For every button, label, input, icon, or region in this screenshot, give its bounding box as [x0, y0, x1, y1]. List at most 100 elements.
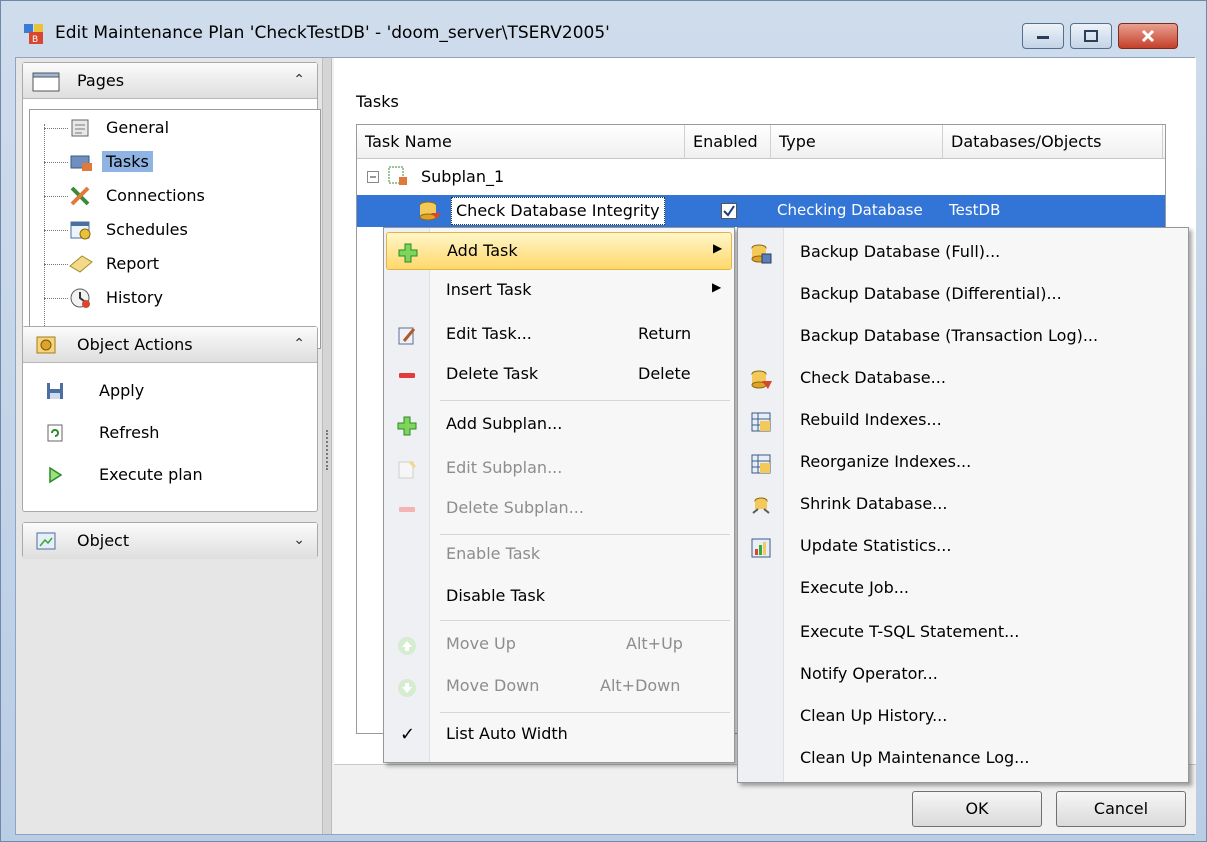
- submenu-item-label: Shrink Database...: [800, 494, 948, 513]
- menu-item-move-down[interactable]: Move Down Alt+Down: [386, 668, 732, 706]
- report-icon: [69, 255, 93, 273]
- menu-item-label: Disable Task: [446, 586, 545, 605]
- menu-item-label: Delete Subplan...: [446, 498, 584, 517]
- column-header-databases[interactable]: Databases/Objects: [943, 125, 1163, 159]
- submenu-item-update-statistics[interactable]: Update Statistics...: [740, 528, 1186, 566]
- add-green-icon: [398, 243, 418, 263]
- menu-item-edit-subplan[interactable]: Edit Subplan...: [386, 450, 732, 488]
- tree-collapse-icon[interactable]: [367, 171, 379, 183]
- object-icon: [36, 532, 56, 550]
- execute-plan-action[interactable]: Execute plan: [23, 457, 317, 499]
- subplan-icon: [388, 166, 407, 185]
- menu-item-label: Add Subplan...: [446, 414, 563, 433]
- delete-minus-icon: [399, 373, 415, 378]
- ok-button[interactable]: OK: [912, 791, 1042, 827]
- menu-item-label: List Auto Width: [446, 724, 568, 743]
- menu-item-list-auto-width[interactable]: ✓ List Auto Width: [386, 716, 732, 754]
- minimize-button[interactable]: [1022, 23, 1064, 49]
- submenu-item-label: Backup Database (Full)...: [800, 242, 1001, 261]
- move-up-icon: [398, 637, 416, 655]
- submenu-item-check-database[interactable]: Check Database...: [740, 360, 1186, 398]
- menu-item-add-task[interactable]: Add Task ▶: [386, 232, 732, 270]
- page-item-label: Schedules: [106, 220, 188, 239]
- tasks-section-label: Tasks: [356, 92, 399, 111]
- menu-item-label: Add Task: [447, 241, 518, 260]
- save-icon: [47, 383, 63, 399]
- pages-tree: General Tasks Connections Schedules Repo…: [29, 109, 321, 349]
- page-item-tasks[interactable]: Tasks: [30, 146, 320, 178]
- submenu-item-backup-transaction-log[interactable]: Backup Database (Transaction Log)...: [740, 318, 1186, 356]
- column-header-enabled[interactable]: Enabled: [685, 125, 771, 159]
- menu-item-enable-task[interactable]: Enable Task: [386, 536, 732, 574]
- refresh-action[interactable]: Refresh: [23, 415, 317, 457]
- submenu-arrow-icon: ▶: [713, 241, 723, 255]
- menu-item-insert-task[interactable]: Insert Task ▶: [386, 272, 732, 310]
- submenu-item-clean-up-history[interactable]: Clean Up History...: [740, 698, 1186, 736]
- menu-item-label: Insert Task: [446, 280, 532, 299]
- submenu-item-label: Check Database...: [800, 368, 946, 387]
- submenu-item-rebuild-indexes[interactable]: Rebuild Indexes...: [740, 402, 1186, 440]
- check-mark-icon: ✓: [400, 724, 416, 745]
- cancel-button[interactable]: Cancel: [1056, 791, 1186, 827]
- collapse-chevron-icon[interactable]: ⌃: [293, 336, 305, 352]
- subplan-name: Subplan_1: [421, 167, 505, 186]
- close-button[interactable]: [1118, 23, 1178, 49]
- menu-item-move-up[interactable]: Move Up Alt+Up: [386, 626, 732, 664]
- expand-chevron-icon[interactable]: ⌄: [293, 532, 305, 548]
- menu-item-label: Edit Subplan...: [446, 458, 563, 477]
- submenu-item-label: Notify Operator...: [800, 664, 938, 683]
- submenu-item-clean-up-maintenance-log[interactable]: Clean Up Maintenance Log...: [740, 740, 1186, 778]
- submenu-item-shrink-database[interactable]: Shrink Database...: [740, 486, 1186, 524]
- enabled-checkbox[interactable]: [721, 203, 737, 219]
- submenu-item-execute-tsql[interactable]: Execute T-SQL Statement...: [740, 614, 1186, 652]
- page-item-schedules[interactable]: Schedules: [30, 214, 320, 246]
- table-row[interactable]: Subplan_1: [357, 161, 1165, 193]
- submenu-item-backup-full[interactable]: Backup Database (Full)...: [740, 234, 1186, 272]
- menu-item-label: Enable Task: [446, 544, 541, 563]
- task-type-cell: Checking Database: [777, 201, 923, 219]
- collapse-chevron-icon[interactable]: ⌃: [293, 72, 305, 88]
- menu-item-shortcut: Delete: [638, 364, 691, 383]
- maximize-icon: [1084, 30, 1098, 42]
- table-row[interactable]: Check Database Integrity Checking Databa…: [357, 195, 1165, 227]
- page-item-history[interactable]: History: [30, 282, 320, 314]
- column-header-task-name[interactable]: Task Name: [357, 125, 685, 159]
- maximize-button[interactable]: [1070, 23, 1112, 49]
- page-item-connections[interactable]: Connections: [30, 180, 320, 212]
- schedules-icon: [70, 221, 91, 240]
- submenu-item-reorganize-indexes[interactable]: Reorganize Indexes...: [740, 444, 1186, 482]
- object-group-header[interactable]: Object ⌄: [23, 523, 317, 559]
- pages-group-title: Pages: [77, 71, 125, 90]
- page-item-general[interactable]: General: [30, 112, 320, 144]
- object-actions-header[interactable]: Object Actions ⌃: [23, 327, 317, 363]
- menu-item-delete-subplan[interactable]: Delete Subplan...: [386, 490, 732, 528]
- update-statistics-icon: [751, 538, 771, 558]
- submenu-item-label: Backup Database (Differential)...: [800, 284, 1062, 303]
- column-header-type[interactable]: Type: [771, 125, 943, 159]
- pages-group-header[interactable]: Pages ⌃: [23, 63, 317, 99]
- pages-icon: [32, 72, 60, 92]
- menu-item-shortcut: Alt+Up: [626, 634, 683, 653]
- apply-label: Apply: [99, 381, 145, 400]
- splitter[interactable]: [322, 58, 332, 834]
- object-actions-group: Object Actions ⌃ Apply Refresh Execute p…: [22, 326, 318, 512]
- add-green-icon: [397, 416, 417, 436]
- submenu-item-label: Clean Up History...: [800, 706, 948, 725]
- menu-item-edit-task[interactable]: Edit Task... Return: [386, 316, 732, 354]
- object-group: Object ⌄: [22, 522, 318, 559]
- menu-item-disable-task[interactable]: Disable Task: [386, 578, 732, 616]
- tasks-icon: [70, 155, 92, 171]
- title-bar: B Edit Maintenance Plan 'CheckTestDB' - …: [1, 1, 1206, 57]
- menu-item-add-subplan[interactable]: Add Subplan...: [386, 406, 732, 444]
- page-item-report[interactable]: Report: [30, 248, 320, 280]
- apply-action[interactable]: Apply: [23, 373, 317, 415]
- window-title: Edit Maintenance Plan 'CheckTestDB' - 'd…: [55, 23, 610, 43]
- edit-subplan-icon: [398, 460, 417, 479]
- submenu-item-backup-differential[interactable]: Backup Database (Differential)...: [740, 276, 1186, 314]
- grid-header: Task Name Enabled Type Databases/Objects: [357, 125, 1165, 159]
- menu-item-delete-task[interactable]: Delete Task Delete: [386, 356, 732, 394]
- menu-separator: [440, 712, 730, 713]
- submenu-item-notify-operator[interactable]: Notify Operator...: [740, 656, 1186, 694]
- page-item-label: Connections: [106, 186, 205, 205]
- submenu-item-execute-job[interactable]: Execute Job...: [740, 570, 1186, 608]
